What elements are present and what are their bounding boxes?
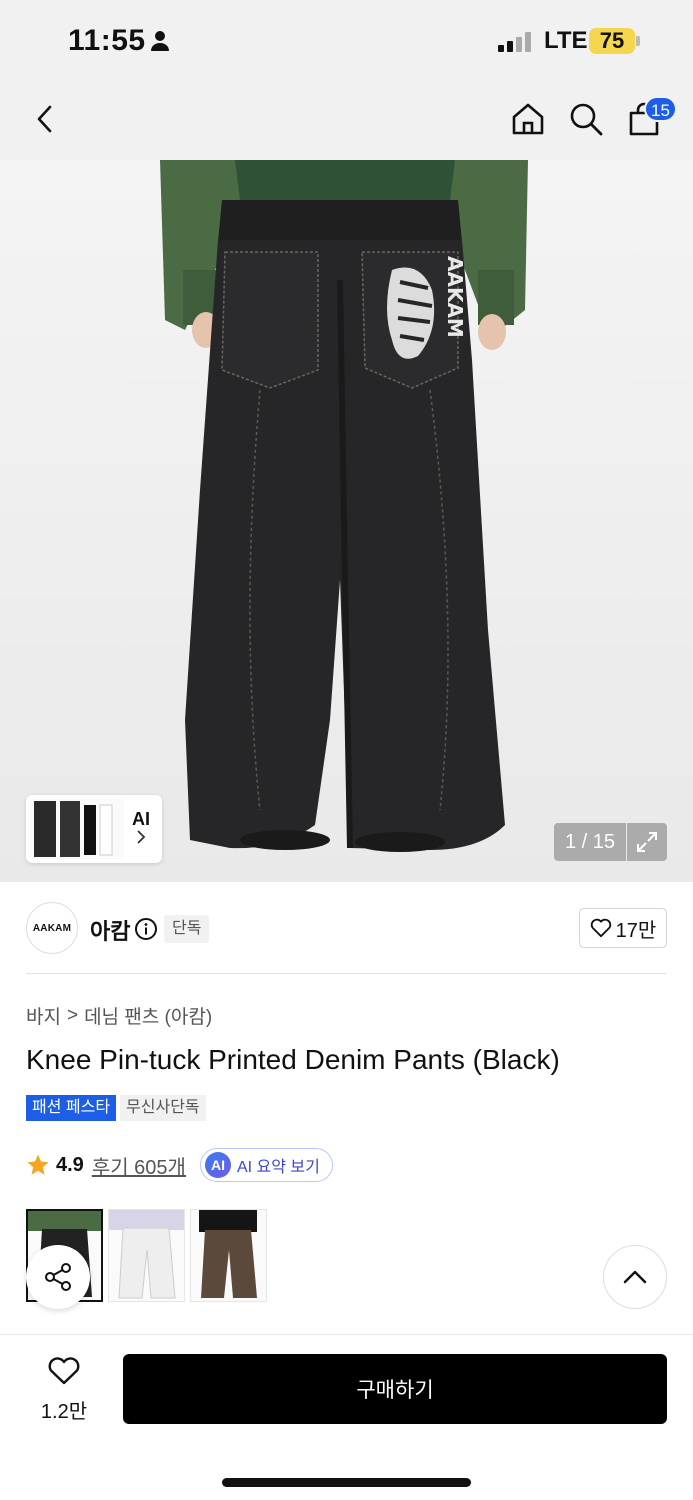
brand-name[interactable]: 아캄 (90, 914, 130, 946)
network-type: LTE (544, 27, 588, 54)
heart-icon (48, 1357, 80, 1385)
breadcrumb: 바지 > 데님 팬츠 (아캄) (26, 1002, 212, 1029)
scroll-to-top-button[interactable] (603, 1245, 667, 1309)
brand-like-count: 17만 (615, 919, 657, 942)
chevron-up-icon (623, 1270, 647, 1284)
signal-icon (498, 32, 531, 52)
brand-like-button[interactable]: 17만 (579, 908, 667, 948)
ai-gallery-thumbnail[interactable]: AI (26, 795, 162, 863)
breadcrumb-subcategory[interactable]: 데님 팬츠 (아캄) (84, 1002, 212, 1029)
product-title: Knee Pin-tuck Printed Denim Pants (Black… (26, 1044, 560, 1075)
review-count-link[interactable]: 후기 605개 (92, 1151, 186, 1180)
wishlist-count: 1.2만 (40, 1401, 88, 1423)
home-icon (512, 103, 544, 135)
star-icon (27, 1154, 49, 1175)
home-indicator (222, 1478, 471, 1487)
cart-count-badge: 15 (644, 96, 677, 122)
divider (26, 973, 667, 974)
search-button[interactable] (563, 96, 609, 142)
buy-button[interactable]: 구매하기 (123, 1354, 667, 1424)
home-button[interactable] (505, 96, 551, 142)
ai-summary-button[interactable]: AI AI 요약 보기 (199, 1148, 333, 1182)
share-icon (45, 1263, 71, 1291)
share-button[interactable] (26, 1245, 90, 1309)
ai-badge-icon: AI (204, 1152, 231, 1178)
top-navigation (0, 82, 693, 160)
wishlist-button[interactable]: 1.2만 (34, 1356, 94, 1424)
breadcrumb-separator: > (66, 1004, 79, 1026)
denim-pants-illustration: AAKAM (160, 160, 528, 852)
person-icon (151, 31, 169, 51)
product-badges: 패션 페스타 무신사단독 (26, 1095, 206, 1121)
fashion-festa-badge: 패션 페스타 (26, 1095, 117, 1121)
chevron-left-icon (37, 105, 52, 133)
back-button[interactable] (22, 96, 68, 142)
status-time: 11:55 (68, 24, 146, 57)
battery-level: 75 (589, 28, 635, 54)
svg-text:AAKAM: AAKAM (443, 256, 467, 338)
rating-value: 4.9 (56, 1153, 84, 1176)
chevron-right-icon (137, 829, 146, 844)
musinsa-exclusive-badge: 무신사단독 (120, 1095, 206, 1121)
variant-brown[interactable] (190, 1209, 267, 1302)
info-icon[interactable] (134, 917, 158, 941)
thumbnail-preview (30, 799, 124, 859)
variant-white[interactable] (108, 1209, 185, 1302)
ai-summary-label: AI 요약 보기 (236, 1159, 320, 1176)
search-icon (570, 103, 603, 136)
heart-icon (590, 918, 611, 938)
battery-tip (636, 36, 640, 46)
ai-label: AI (132, 808, 150, 829)
breadcrumb-category[interactable]: 바지 (26, 1002, 61, 1029)
ai-label-group: AI (124, 809, 150, 850)
expand-icon (637, 832, 657, 852)
product-image[interactable]: AAKAM (0, 160, 693, 882)
status-bar: 11:55 LTE 75 (0, 0, 693, 82)
rating-row: 4.9 후기 605개 AI AI 요약 보기 (26, 1148, 333, 1182)
expand-image-button[interactable] (627, 823, 667, 861)
exclusive-tag: 단독 (164, 915, 210, 943)
image-counter: 1 / 15 (554, 823, 626, 861)
brand-logo[interactable]: AAKAM (26, 902, 78, 954)
